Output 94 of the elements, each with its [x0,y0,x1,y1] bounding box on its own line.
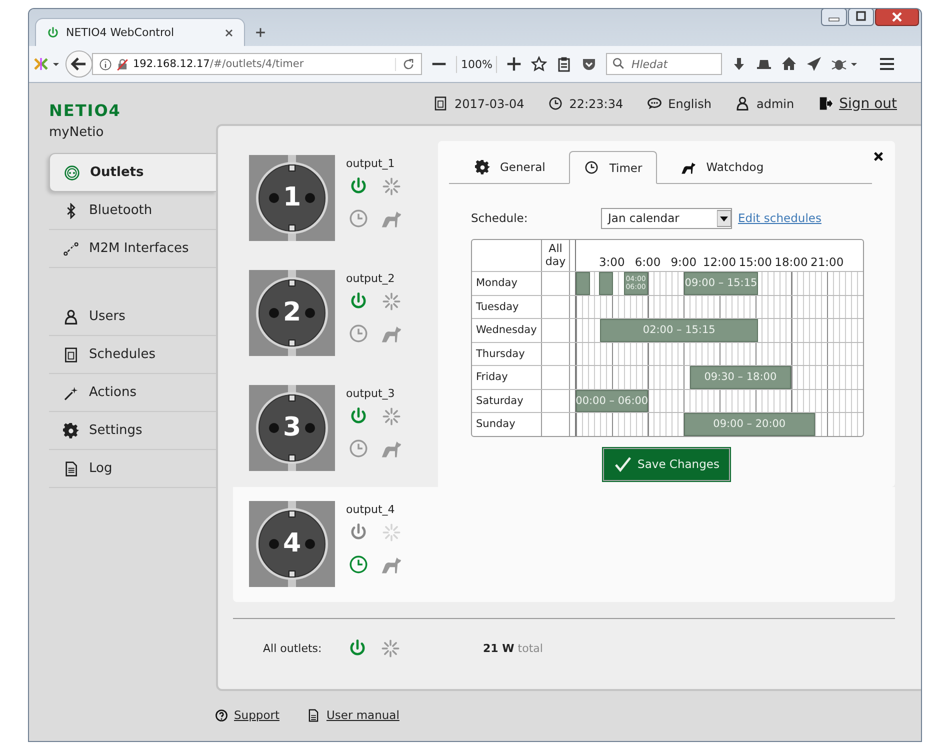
maximize-icon[interactable] [848,9,874,26]
outlet-name: output_1 [346,157,396,170]
footer-link[interactable]: Support [234,708,280,722]
outlet-card[interactable]: 3 output_3 [233,371,438,487]
tab[interactable]: Watchdog [667,151,778,183]
hour-label: 3:00 [598,255,625,269]
speech-bubble-icon [647,96,662,111]
outlet-number: 3 [282,412,302,442]
all-outlets-label: All outlets: [263,642,323,654]
footer-link[interactable]: User manual [326,708,400,722]
language-selector[interactable]: English [668,96,712,110]
caret-icon[interactable] [52,60,60,68]
back-icon[interactable] [65,50,93,78]
caret-icon[interactable] [850,60,858,68]
day-label: Tuesday [472,296,542,318]
hour-label: 6:00 [634,255,661,269]
document-icon [307,708,320,722]
browser-tab[interactable]: NETIO4 WebControl [35,18,245,46]
help-icon [215,708,228,722]
calendar-icon [63,346,79,362]
calendar-icon [433,96,448,111]
gear-icon [475,160,490,174]
day-label: Sunday [472,413,542,436]
day-label: Saturday [472,390,542,412]
tab[interactable]: General [461,151,560,183]
user-name: admin [756,96,794,110]
socket-icon [64,164,80,180]
tab[interactable]: Timer [569,151,658,184]
day-label: Friday [472,366,542,388]
zoom-in-icon[interactable] [506,56,522,72]
user-icon [63,308,79,324]
clock-icon[interactable] [348,554,369,575]
connection-icon [63,240,79,256]
magic-wand-icon [63,384,79,400]
clock-icon [548,96,564,111]
sign-out-link[interactable]: Sign out [839,96,897,112]
day-label: Monday [472,272,542,294]
clock-icon [584,160,600,175]
checkmark-icon [614,456,632,472]
edit-schedules-link[interactable]: Edit schedules [738,211,822,225]
schedule-dropdown[interactable]: Jan calendar [601,208,732,228]
logo: NETIO4 [49,101,122,120]
power-total: 21 W total [483,642,543,654]
home-icon[interactable] [781,56,798,72]
outlet-card[interactable]: 2 output_2 [233,256,438,371]
minimize-icon[interactable] [821,9,847,26]
outlet-card[interactable]: 4 output_4 [233,487,895,602]
hour-label: 18:00 [774,255,808,269]
hour-label: 12:00 [702,255,736,269]
info-icon [99,58,112,70]
new-tab-icon[interactable] [255,27,266,38]
close-icon[interactable] [224,28,234,38]
save-button[interactable]: Save Changes [602,448,730,480]
insecure-lock-icon [116,58,129,70]
day-label: Thursday [472,342,542,365]
search-icon [612,57,626,70]
sign-out-icon [818,96,834,111]
user-icon [735,96,750,111]
outlet-name: output_4 [346,503,396,516]
schedule-label: Schedule: [471,211,529,225]
tab-title: NETIO4 WebControl [66,26,176,39]
day-label: Wednesday [472,319,542,342]
outlet-number: 1 [282,182,302,212]
column-heading: All day [542,240,570,271]
clipboard-icon[interactable] [556,56,572,72]
hour-label: 15:00 [738,255,772,269]
device-name: myNetio [49,125,105,140]
menu-icon[interactable] [879,56,896,72]
power-icon [46,26,60,40]
outlet-number: 2 [282,297,302,328]
time-text: 22:23:34 [569,96,624,110]
outlet-name: output_3 [346,387,396,400]
outlet-number: 4 [282,528,302,558]
search-field[interactable]: Hledat [606,53,722,75]
schedule-event[interactable] [598,272,613,294]
url-text: 192.168.12.17/#/outlets/4/timer [133,58,305,70]
hour-label: 9:00 [670,255,697,269]
hour-label: 21:00 [810,255,844,269]
outlet-name: output_2 [346,272,396,285]
outlet-card[interactable]: 1 output_1 [233,141,438,256]
zoom-level[interactable]: 100% [456,56,498,72]
star-icon[interactable] [531,56,548,72]
date-text: 2017-03-04 [454,96,524,110]
document-icon [63,460,79,476]
address-field[interactable]: 192.168.12.17/#/outlets/4/timer [92,53,422,75]
pocket-icon[interactable] [581,56,598,72]
reload-icon[interactable] [395,58,415,70]
dog-icon [681,160,696,174]
sidebar-item[interactable]: Outlets [49,153,217,192]
close-icon[interactable] [873,151,884,162]
caret-icon [717,210,731,226]
send-icon[interactable] [806,56,822,72]
settings-icon [63,422,79,438]
close-icon[interactable] [875,9,919,26]
